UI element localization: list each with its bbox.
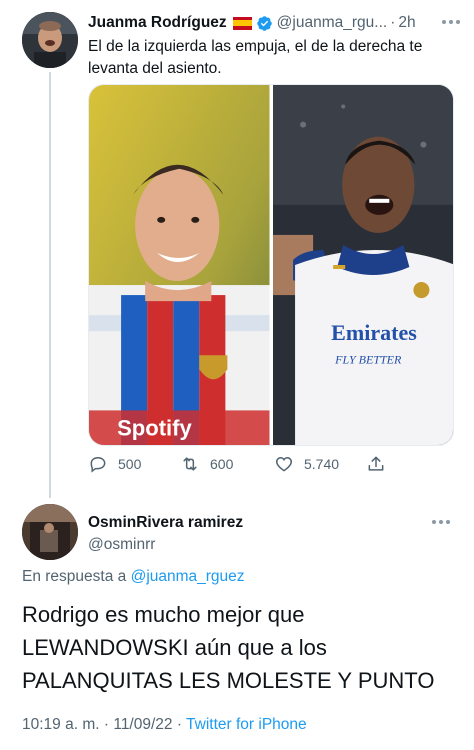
like-icon	[275, 456, 293, 472]
reply-source[interactable]: Twitter for iPhone	[186, 716, 307, 733]
reply-count: 500	[118, 456, 142, 472]
meta-separator: ·	[103, 716, 110, 733]
retweet-icon	[183, 457, 197, 471]
author-avatar[interactable]	[22, 12, 78, 68]
like-count: 5.740	[304, 456, 340, 472]
tweet-media[interactable]: Spotify Emirates FLY BETTER	[88, 84, 454, 446]
reply-author-avatar[interactable]	[22, 504, 78, 560]
reply-button[interactable]: 500	[88, 454, 141, 474]
reply-author-handle[interactable]: @osminrr	[88, 536, 155, 554]
reply-text: Rodrigo es mucho mejor que LEWANDOWSKI a…	[22, 602, 435, 693]
lewandowski-photo: Spotify	[89, 85, 270, 445]
tweet-text: El de la izquierda las empuja, el de la …	[88, 38, 423, 77]
verified-badge-icon	[256, 15, 272, 31]
thread-connector-line	[49, 72, 51, 498]
tweet-header: Juanma Rodríguez @juanma_rgu... · 2h	[88, 12, 460, 34]
media-image-right[interactable]: Emirates FLY BETTER	[272, 85, 453, 445]
replying-to-handle[interactable]: @juanma_rguez	[131, 568, 245, 585]
like-button[interactable]: 5.740	[274, 454, 339, 474]
reply-metadata: 10:19 a. m. · 11/09/22 · Twitter for iPh…	[22, 716, 307, 734]
sponsor-text-flybetter: FLY BETTER	[334, 352, 402, 366]
author-handle[interactable]: @juanma_rgu...	[277, 14, 388, 32]
rodrygo-photo: Emirates FLY BETTER	[272, 85, 453, 445]
retweet-button[interactable]: 600	[180, 454, 233, 474]
reply-icon	[90, 456, 106, 473]
spain-flag-icon	[232, 16, 252, 30]
author-name[interactable]: Juanma Rodríguez	[88, 14, 227, 32]
media-image-left[interactable]: Spotify	[89, 85, 270, 445]
reply-author-name[interactable]: OsminRivera ramirez	[88, 514, 243, 532]
more-icon[interactable]	[432, 520, 450, 524]
retweet-count: 600	[210, 456, 234, 472]
avatar-photo	[22, 12, 78, 68]
sponsor-text-spotify: Spotify	[117, 415, 192, 440]
meta-separator: ·	[176, 716, 183, 733]
reply-date[interactable]: 11/09/22	[113, 716, 172, 733]
tweet-actions: 500 600 5.740	[88, 454, 388, 480]
avatar-photo	[22, 504, 78, 560]
replying-to-prefix: En respuesta a	[22, 568, 131, 585]
replying-to: En respuesta a @juanma_rguez	[22, 568, 245, 586]
share-icon	[368, 456, 384, 471]
reply-time[interactable]: 10:19 a. m.	[22, 716, 100, 733]
sponsor-text-emirates: Emirates	[331, 320, 417, 345]
share-button[interactable]	[366, 454, 386, 474]
tweet-time[interactable]: 2h	[398, 14, 415, 32]
header-separator: ·	[390, 14, 396, 31]
more-icon[interactable]	[442, 20, 460, 24]
